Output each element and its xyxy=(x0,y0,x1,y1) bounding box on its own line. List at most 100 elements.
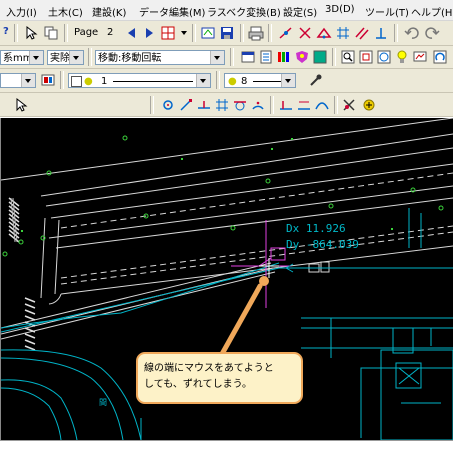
rotate-view-icon[interactable] xyxy=(432,49,448,65)
pointer-select-icon[interactable] xyxy=(13,97,29,113)
snap-tangent-icon[interactable] xyxy=(232,97,248,113)
toolbar-separator xyxy=(64,24,68,42)
linetype-select-value: 8 xyxy=(241,76,248,87)
toolbar-separator xyxy=(268,24,272,42)
eyedropper-icon[interactable] xyxy=(308,72,324,88)
toolbar-separator xyxy=(60,71,64,89)
dx-readout: Dx 11.926 xyxy=(286,222,346,235)
menu-input[interactable]: 入力(I) xyxy=(6,4,37,19)
mode-select-value: 移動:移動回転 xyxy=(98,53,162,64)
scale-select[interactable]: 実除 xyxy=(47,50,84,65)
road-edge-line xyxy=(40,217,46,299)
dy-value: -864.039 xyxy=(305,238,359,251)
redo-icon[interactable] xyxy=(424,25,440,41)
dx-value: 11.926 xyxy=(305,222,346,235)
snap-endpoint-icon[interactable] xyxy=(178,97,194,113)
road-edge-line xyxy=(45,147,453,207)
menu-civil[interactable]: 土木(C) xyxy=(48,4,83,19)
page-label: Page xyxy=(74,27,99,38)
snap-curve-icon[interactable] xyxy=(314,97,330,113)
next-page-icon[interactable] xyxy=(141,25,157,41)
road-edge-line xyxy=(48,185,453,239)
color-select[interactable]: ● 1 xyxy=(68,73,211,88)
color-swatch-icon xyxy=(71,76,82,87)
save-drawing-icon[interactable] xyxy=(219,25,235,41)
building-symbol xyxy=(308,261,330,273)
new-layer-icon[interactable] xyxy=(200,25,216,41)
snap-midpoint-icon[interactable] xyxy=(316,25,332,41)
menu-data-edit[interactable]: データ編集(M) xyxy=(139,4,205,19)
lightbulb-icon: ● xyxy=(228,76,237,87)
snap-on-line-icon[interactable] xyxy=(278,97,294,113)
annotation-callout: 線の端にマウスをあてようと しても、ずれてしまう。 xyxy=(136,352,303,404)
scale-select-value: 実除 xyxy=(50,53,70,64)
window-icon[interactable] xyxy=(240,49,256,65)
snap-cancel-icon[interactable] xyxy=(341,97,357,113)
cyan-boundary-lines xyxy=(1,208,453,440)
chevron-down-icon xyxy=(210,51,224,64)
zoom-window-icon[interactable] xyxy=(358,49,374,65)
previous-page-icon[interactable] xyxy=(124,25,140,41)
snap-nearest-icon[interactable] xyxy=(196,97,212,113)
menu-3d[interactable]: 3D(D) xyxy=(325,4,355,15)
snap-parallel-icon[interactable] xyxy=(354,25,370,41)
page-number: 2 xyxy=(107,27,114,38)
toolbar-separator xyxy=(150,96,154,114)
lightbulb-icon[interactable] xyxy=(394,49,410,65)
fill-color-icon[interactable] xyxy=(312,49,328,65)
copy-icon[interactable] xyxy=(43,25,59,41)
road-edge-line xyxy=(55,197,453,249)
menu-construction[interactable]: 建設(K) xyxy=(92,4,126,19)
pointer-select-icon[interactable] xyxy=(24,25,40,41)
snap-grid-icon[interactable] xyxy=(214,97,230,113)
toolbar-separator xyxy=(230,48,234,66)
menu-tools[interactable]: ツール(T) xyxy=(365,4,409,19)
menu-settings[interactable]: 設定(S) xyxy=(283,4,317,19)
unit-select[interactable]: 系mm xyxy=(0,50,44,65)
page-dropdown-icon[interactable] xyxy=(176,25,187,41)
color-select-value: 1 xyxy=(101,76,108,87)
display-settings-icon[interactable] xyxy=(412,49,428,65)
shield-palette-icon[interactable] xyxy=(294,49,310,65)
bottom-margin xyxy=(0,440,453,468)
snap-intersection-icon[interactable] xyxy=(297,25,313,41)
chevron-down-icon xyxy=(29,51,43,64)
snap-perpendicular-icon[interactable] xyxy=(373,25,389,41)
menu-bar: 入力(I) 土木(C) 建設(K) データ編集(M) ラスベク変換(B) 設定(… xyxy=(0,0,453,21)
linetype-select[interactable]: ● 8 xyxy=(224,73,296,88)
find-icon[interactable] xyxy=(340,49,356,65)
line-preview xyxy=(253,81,281,82)
color-bars-icon[interactable] xyxy=(276,49,292,65)
layer-color-icon[interactable] xyxy=(40,72,56,88)
toolbar-snap xyxy=(0,93,453,117)
lightbulb-icon: ● xyxy=(84,76,93,87)
snap-point-icon[interactable] xyxy=(278,25,294,41)
print-icon[interactable] xyxy=(248,25,264,41)
snap-grid-icon[interactable] xyxy=(335,25,351,41)
callout-line-1: 線の端にマウスをあてようと xyxy=(144,363,274,374)
dx-label: Dx xyxy=(286,222,300,235)
chevron-down-icon xyxy=(21,74,35,87)
toolbar-separator xyxy=(216,71,220,89)
snap-arc-icon[interactable] xyxy=(250,97,266,113)
layer-stack-icon[interactable] xyxy=(258,49,274,65)
toolbar-separator xyxy=(14,24,18,42)
menu-raster-vector[interactable]: ラスベク変換(B) xyxy=(207,4,281,19)
road-edge-line xyxy=(1,118,453,181)
lane-line xyxy=(60,172,453,229)
snap-center-icon[interactable] xyxy=(160,97,176,113)
line-preview xyxy=(113,81,193,82)
zoom-all-icon[interactable] xyxy=(376,49,392,65)
menu-help[interactable]: ヘルプ(H) xyxy=(411,4,453,19)
snap-distance-icon[interactable] xyxy=(296,97,312,113)
road-edge-line xyxy=(50,163,453,219)
magenta-cursor-marks xyxy=(231,220,291,308)
layer-select[interactable] xyxy=(0,73,36,88)
road-edge-line xyxy=(54,219,60,295)
toolbar-separator xyxy=(332,48,336,66)
snap-options-icon[interactable] xyxy=(361,97,377,113)
mode-select[interactable]: 移動:移動回転 xyxy=(95,50,225,65)
help-icon[interactable]: ? xyxy=(3,26,9,37)
page-grid-icon[interactable] xyxy=(160,25,176,41)
undo-icon[interactable] xyxy=(404,25,420,41)
